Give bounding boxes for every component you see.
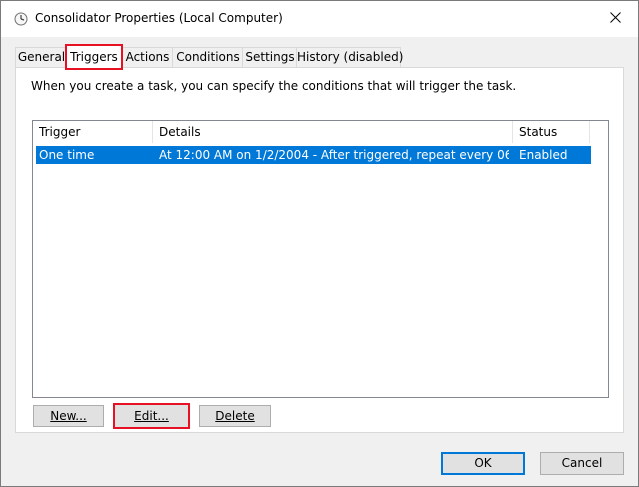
delete-button[interactable]: Delete: [199, 405, 271, 427]
column-header-trigger[interactable]: Trigger: [33, 121, 153, 143]
table-row[interactable]: One time At 12:00 AM on 1/2/2004 - After…: [36, 146, 591, 164]
close-button[interactable]: [592, 1, 638, 37]
tab-conditions[interactable]: Conditions: [172, 47, 244, 67]
tab-settings[interactable]: Settings: [242, 47, 298, 67]
row-trigger: One time: [39, 148, 95, 162]
edit-button[interactable]: Edit...: [113, 403, 190, 429]
close-icon: [609, 12, 621, 26]
new-button[interactable]: New...: [33, 405, 104, 427]
row-status: Enabled: [519, 148, 568, 162]
cancel-button[interactable]: Cancel: [540, 452, 624, 475]
new-button-label: New...: [50, 409, 87, 423]
tab-general[interactable]: General: [15, 47, 68, 67]
panel-description: When you create a task, you can specify …: [31, 79, 517, 93]
row-details: At 12:00 AM on 1/2/2004 - After triggere…: [159, 148, 509, 162]
tab-history[interactable]: History (disabled): [296, 47, 403, 67]
properties-dialog: Consolidator Properties (Local Computer)…: [0, 0, 639, 487]
triggers-panel: When you create a task, you can specify …: [15, 67, 624, 433]
column-header-status[interactable]: Status: [513, 121, 590, 143]
window-title: Consolidator Properties (Local Computer): [35, 11, 283, 25]
tab-actions[interactable]: Actions: [121, 47, 174, 67]
ok-button[interactable]: OK: [441, 452, 525, 475]
tab-triggers[interactable]: Triggers: [65, 44, 123, 70]
triggers-list[interactable]: Trigger Details Status One time At 12:00…: [32, 120, 609, 398]
title-bar: Consolidator Properties (Local Computer): [1, 1, 638, 37]
edit-button-label: Edit...: [134, 409, 169, 423]
list-header: Trigger Details Status: [33, 121, 608, 143]
delete-button-label: Delete: [215, 409, 255, 423]
task-clock-icon: [14, 12, 28, 26]
column-header-details[interactable]: Details: [153, 121, 513, 143]
